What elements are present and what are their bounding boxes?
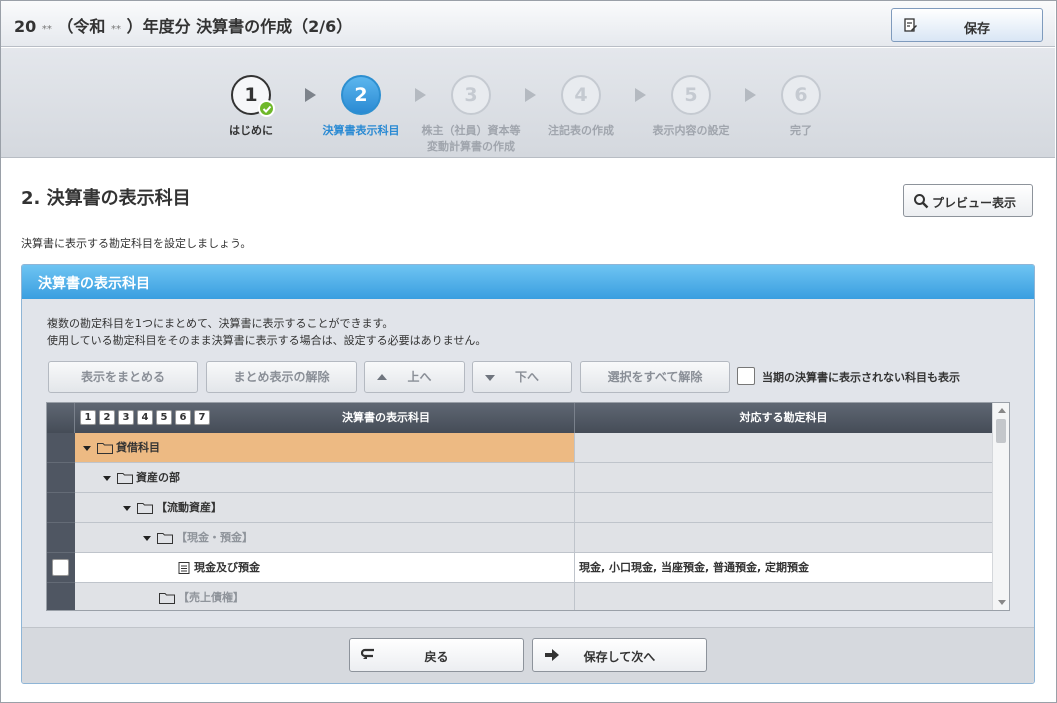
folder-icon [97, 443, 113, 454]
masked-reiwa-year: ** [111, 24, 122, 35]
table-row[interactable]: 資産の部 [47, 463, 992, 493]
grid-header-accounts: 対応する勘定科目 [575, 403, 992, 433]
level-6-button[interactable]: 6 [175, 410, 191, 425]
row-accounts [575, 583, 992, 610]
scroll-up-icon[interactable] [998, 408, 1006, 413]
level-5-button[interactable]: 5 [156, 410, 172, 425]
col1-header-label: 決算書の表示科目 [342, 411, 430, 424]
expand-arrow-icon[interactable] [103, 475, 111, 481]
step-number: 1 [231, 75, 275, 117]
save-button-label: 保存 [963, 22, 990, 37]
combine-button[interactable]: 表示をまとめる [48, 361, 198, 393]
scroll-down-icon[interactable] [998, 600, 1006, 605]
table-row[interactable]: 【現金・預金】 [47, 523, 992, 553]
row-accounts [575, 493, 992, 523]
deselect-all-button[interactable]: 選択をすべて解除 [580, 361, 730, 393]
expand-arrow-icon[interactable] [123, 505, 131, 511]
step-label: 表示内容の設定 [652, 124, 730, 137]
folder-icon [117, 473, 133, 484]
expand-arrow-icon[interactable] [143, 535, 151, 541]
accounts-tree-grid: 1 2 3 4 5 6 7 決算書の表示科目 対応する勘定科目 貸借科目 資産の… [46, 402, 1010, 611]
step-6: 6 完了 [741, 75, 861, 139]
row-label: 貸借科目 [116, 441, 160, 454]
panel-description: 複数の勘定科目を1つにまとめて、決算書に表示することができます。 使用している勘… [47, 317, 487, 347]
expand-arrow-icon[interactable] [83, 445, 91, 451]
level-7-button[interactable]: 7 [194, 410, 210, 425]
arrow-down-icon [485, 375, 495, 381]
save-button[interactable]: 保存 [891, 8, 1043, 42]
preview-button-label: プレビュー表示 [932, 196, 1017, 210]
display-accounts-panel: 決算書の表示科目 複数の勘定科目を1つにまとめて、決算書に表示することができます… [21, 264, 1035, 684]
document-icon [178, 562, 190, 574]
step-number: 6 [781, 75, 821, 115]
search-icon [914, 194, 929, 209]
level-2-button[interactable]: 2 [99, 410, 115, 425]
back-button-label: 戻る [424, 650, 449, 664]
page-title: 20 ** （令和 ** ）年度分 決算書の作成（2/6） [14, 17, 353, 36]
panel-title: 決算書の表示科目 [22, 265, 1034, 299]
save-next-button-label: 保存して次へ [583, 650, 656, 664]
move-up-button[interactable]: 上へ [364, 361, 465, 393]
folder-icon [159, 593, 175, 604]
step-4: 4 注記表の作成 [521, 75, 641, 139]
row-accounts [575, 433, 992, 463]
table-row[interactable]: 【流動資産】 [47, 493, 992, 523]
row-label: 【現金・預金】 [176, 531, 253, 544]
step-number: 2 [341, 75, 381, 115]
save-next-button[interactable]: 保存して次へ [532, 638, 707, 672]
move-down-button[interactable]: 下へ [472, 361, 572, 393]
step-label: 注記表の作成 [548, 124, 614, 137]
show-hidden-label: 当期の決算書に表示されない科目も表示 [762, 371, 960, 384]
row-accounts [575, 463, 992, 493]
folder-icon [157, 533, 173, 544]
arrow-up-icon [377, 374, 387, 380]
show-hidden-checkbox[interactable] [737, 367, 755, 385]
step-indicator: 1 はじめに 2 決算書表示科目 3 株主（社員）資本等 変動計算書の作成 4 注… [1, 48, 1055, 158]
step-label: 完了 [790, 124, 812, 137]
uncombine-button[interactable]: まとめ表示の解除 [206, 361, 357, 393]
row-checkbox[interactable] [52, 559, 69, 576]
row-label: 【売上債権】 [178, 591, 244, 604]
level-4-button[interactable]: 4 [137, 410, 153, 425]
intro-text: 決算書に表示する勘定科目を設定しましょう。 [21, 237, 252, 250]
step-5: 5 表示内容の設定 [631, 75, 751, 139]
step-label: 株主（社員）資本等 変動計算書の作成 [421, 124, 521, 153]
step-2: 2 決算書表示科目 [301, 75, 421, 139]
grid-scrollbar[interactable] [992, 403, 1009, 610]
step-number: 4 [561, 75, 601, 115]
folder-icon [137, 503, 153, 514]
preview-button[interactable]: プレビュー表示 [903, 184, 1033, 217]
panel-footer: 戻る 保存して次へ [22, 627, 1034, 683]
page-header: 20 ** （令和 ** ）年度分 決算書の作成（2/6） 保存 [1, 1, 1055, 47]
scroll-thumb[interactable] [996, 419, 1006, 443]
step-label: 決算書表示科目 [322, 124, 400, 137]
step-label: はじめに [229, 124, 273, 137]
masked-era-year: ** [41, 24, 52, 35]
row-label: 資産の部 [136, 471, 180, 484]
step-number: 5 [671, 75, 711, 115]
row-accounts: 現金, 小口現金, 当座預金, 普通預金, 定期預金 [575, 553, 992, 583]
step-1: 1 はじめに [191, 75, 311, 139]
check-icon [258, 100, 275, 117]
back-button[interactable]: 戻る [349, 638, 524, 672]
level-1-button[interactable]: 1 [80, 410, 96, 425]
step-3: 3 株主（社員）資本等 変動計算書の作成 [411, 75, 531, 155]
table-row[interactable]: 【売上債権】 [47, 583, 992, 610]
row-accounts [575, 523, 992, 553]
row-label: 現金及び預金 [194, 561, 260, 574]
row-label: 【流動資産】 [156, 501, 222, 514]
section-title: 2. 決算書の表示科目 [21, 188, 191, 209]
step-number: 3 [451, 75, 491, 115]
table-row[interactable]: 貸借科目 [47, 433, 992, 463]
grid-header-gutter [47, 403, 75, 433]
table-row[interactable]: 現金及び預金 現金, 小口現金, 当座預金, 普通預金, 定期預金 [47, 553, 992, 583]
level-3-button[interactable]: 3 [118, 410, 134, 425]
grid-header-display-accounts: 1 2 3 4 5 6 7 決算書の表示科目 [75, 403, 575, 433]
